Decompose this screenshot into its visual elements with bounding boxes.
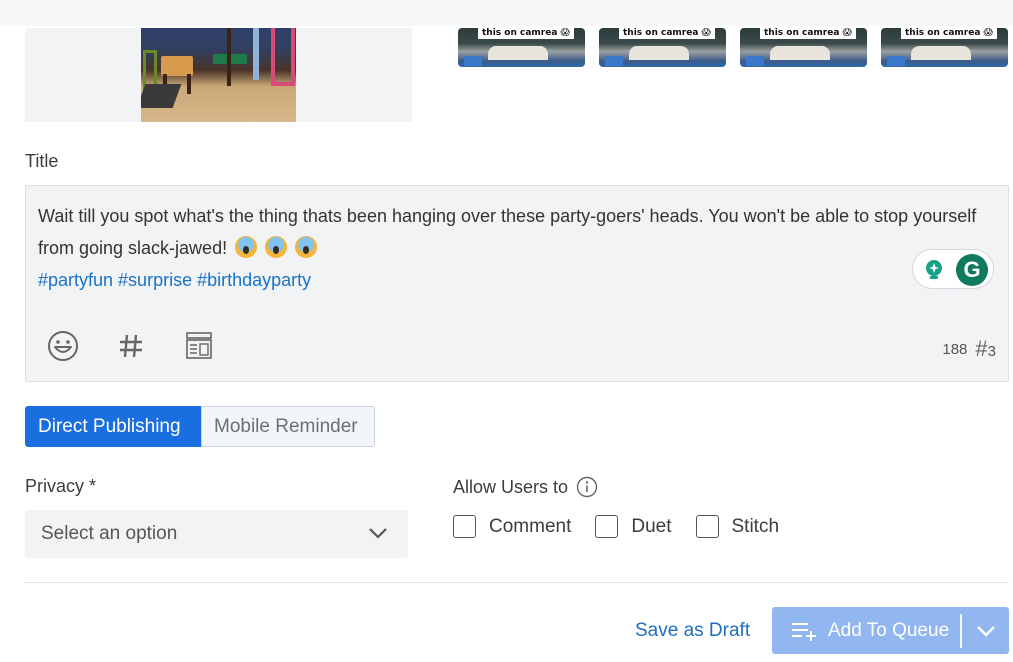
chevron-down-icon	[369, 528, 387, 539]
allow-users-label: Allow Users to	[453, 476, 598, 498]
character-counter: 188 #3	[942, 336, 996, 362]
thumbnail-frame[interactable]: this on camrea 😱	[881, 28, 1008, 67]
privacy-label: Privacy *	[25, 476, 97, 496]
thumbnail-caption: this on camrea 😱	[901, 28, 997, 39]
post-composer-panel: this on camrea 😱 this on camrea 😱 this o…	[0, 26, 1013, 662]
thumbnail-frame[interactable]: this on camrea 😱	[599, 28, 726, 67]
screaming-face-emoji-icon	[295, 236, 318, 258]
add-to-queue-button[interactable]: Add To Queue	[772, 607, 1009, 654]
screaming-face-emoji-icon	[235, 236, 258, 258]
privacy-select-placeholder: Select an option	[41, 523, 178, 544]
media-preview	[25, 28, 412, 122]
thumbnail-caption: this on camrea 😱	[760, 28, 856, 39]
emoji-button[interactable]	[46, 329, 80, 363]
footer-divider	[25, 582, 1009, 583]
queue-add-icon	[792, 622, 816, 641]
hashtag-count-icon: #	[975, 336, 988, 361]
stitch-checkbox[interactable]	[695, 515, 719, 538]
info-icon[interactable]	[576, 476, 598, 498]
publishing-mode-toggle: Direct Publishing Mobile Reminder	[25, 406, 375, 447]
chevron-down-icon	[976, 625, 995, 637]
lightbulb-icon[interactable]	[923, 259, 945, 281]
emoji-icon	[48, 331, 78, 361]
allow-comment-option[interactable]: Comment	[453, 515, 571, 538]
hashtag-count: 3	[987, 343, 996, 360]
title-hashtags: #partyfun #surprise #birthdayparty	[38, 270, 312, 290]
duet-label: Duet	[631, 515, 672, 537]
title-toolbar	[46, 329, 250, 363]
duet-checkbox[interactable]	[595, 515, 619, 538]
mobile-reminder-tab[interactable]: Mobile Reminder	[201, 406, 375, 447]
grammarly-icon[interactable]: G	[956, 254, 988, 286]
button-separator	[960, 613, 962, 648]
thumbnail-frame[interactable]: this on camrea 😱	[458, 28, 585, 67]
template-button[interactable]	[182, 329, 216, 363]
save-as-draft-link[interactable]: Save as Draft	[635, 620, 750, 642]
video-preview-image[interactable]	[141, 28, 296, 122]
allow-stitch-option[interactable]: Stitch	[695, 515, 780, 538]
comment-label: Comment	[489, 515, 572, 537]
title-text[interactable]: Wait till you spot what's the thing that…	[38, 200, 998, 296]
title-label: Title	[25, 151, 59, 171]
hashtag-icon	[120, 334, 142, 358]
allow-duet-option[interactable]: Duet	[595, 515, 672, 538]
thumbnail-caption: this on camrea 😱	[619, 28, 715, 39]
add-to-queue-dropdown[interactable]	[962, 607, 1009, 654]
screaming-face-emoji-icon	[265, 236, 288, 258]
stitch-label: Stitch	[731, 515, 780, 537]
thumbnail-caption: this on camrea 😱	[478, 28, 574, 39]
grammarly-widget[interactable]: G	[912, 249, 994, 289]
comment-checkbox[interactable]	[453, 515, 476, 538]
hashtag-button[interactable]	[114, 329, 148, 363]
title-textarea[interactable]: Wait till you spot what's the thing that…	[25, 185, 1009, 382]
add-to-queue-label: Add To Queue	[828, 619, 950, 641]
allow-users-label-text: Allow Users to	[453, 476, 569, 497]
title-body-text: Wait till you spot what's the thing that…	[38, 206, 977, 258]
add-to-queue-main[interactable]: Add To Queue	[772, 607, 960, 654]
thumbnail-frame[interactable]: this on camrea 😱	[740, 28, 867, 67]
privacy-select[interactable]: Select an option	[25, 510, 408, 558]
allow-users-options: Comment Duet Stitch	[453, 515, 803, 538]
template-icon	[186, 332, 212, 359]
character-count: 188	[942, 340, 968, 358]
direct-publishing-tab[interactable]: Direct Publishing	[25, 406, 201, 447]
video-frame-thumbnails: this on camrea 😱 this on camrea 😱 this o…	[458, 28, 1008, 67]
